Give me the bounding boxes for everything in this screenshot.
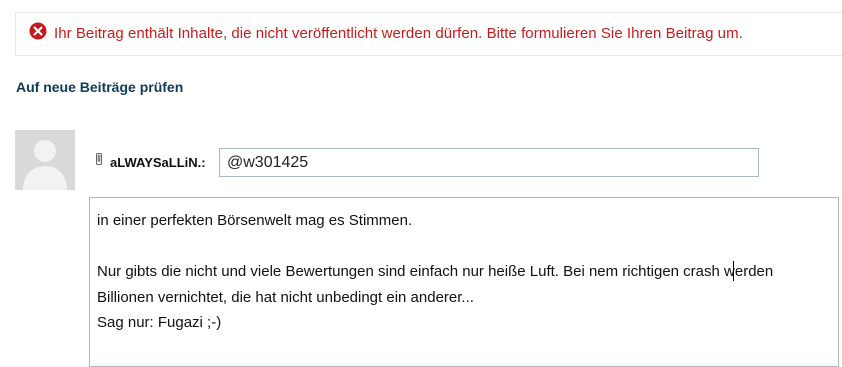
error-message-box: Ihr Beitrag enthält Inhalte, die nicht v… (15, 12, 842, 56)
text-caret (733, 261, 734, 281)
message-textarea[interactable]: in einer perfekten Börsenwelt mag es Sti… (89, 197, 839, 367)
message-line: in einer perfekten Börsenwelt mag es Sti… (97, 212, 413, 229)
username-label: aLWAYSaLLiN.: (110, 155, 206, 170)
message-line: Billionen vernichtet, die hat nicht unbe… (97, 289, 474, 306)
message-line: Sag nur: Fugazi ;-) (97, 314, 222, 331)
message-line: Nur gibts die nicht und viele Bewertunge… (97, 263, 774, 280)
check-new-posts-link[interactable]: Auf neue Beiträge prüfen (16, 79, 183, 95)
recipient-input[interactable] (219, 148, 759, 177)
mobile-phone-icon (96, 153, 102, 165)
error-message-text: Ihr Beitrag enthält Inhalte, die nicht v… (54, 25, 743, 42)
error-circle-icon (29, 22, 47, 40)
default-user-avatar-icon (15, 130, 75, 190)
